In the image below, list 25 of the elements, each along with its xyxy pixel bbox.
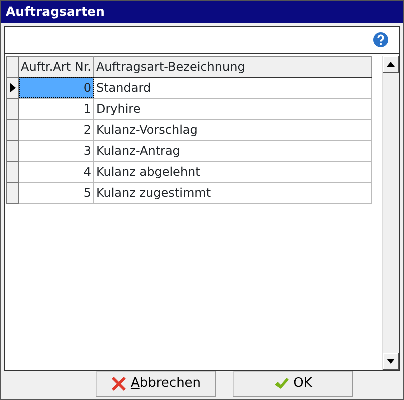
table-cell: Standard bbox=[94, 77, 372, 98]
table-cell: Kulanz zugestimmt bbox=[94, 182, 372, 204]
help-icon[interactable] bbox=[373, 32, 389, 48]
window-title: Auftragsarten bbox=[1, 1, 403, 23]
column-header[interactable]: Auftr.Art Nr. bbox=[18, 56, 94, 78]
cross-icon bbox=[110, 376, 127, 392]
table-cell: 3 bbox=[18, 140, 94, 162]
up-arrow-icon bbox=[387, 62, 395, 67]
ok-button[interactable]: OK bbox=[233, 371, 353, 398]
table-cell: Kulanz abgelehnt bbox=[94, 161, 372, 182]
table-cell: Dryhire bbox=[94, 98, 372, 120]
scroll-up-button[interactable] bbox=[383, 56, 399, 73]
check-icon bbox=[274, 377, 290, 392]
table-cell: 5 bbox=[18, 182, 94, 204]
down-arrow-icon bbox=[387, 359, 395, 364]
table-cell: 0 bbox=[18, 77, 94, 98]
scrollbar[interactable] bbox=[382, 56, 399, 370]
table-cell: 2 bbox=[18, 119, 94, 140]
table-cell: Kulanz-Vorschlag bbox=[94, 119, 372, 140]
cancel-button[interactable]: Abbrechen bbox=[96, 371, 216, 398]
table-cell: 4 bbox=[18, 161, 94, 182]
scroll-down-button[interactable] bbox=[383, 353, 399, 370]
column-header[interactable]: Auftragsart-Bezeichnung bbox=[94, 56, 372, 78]
table-cell: 1 bbox=[18, 98, 94, 120]
table-cell: Kulanz-Antrag bbox=[94, 140, 372, 162]
